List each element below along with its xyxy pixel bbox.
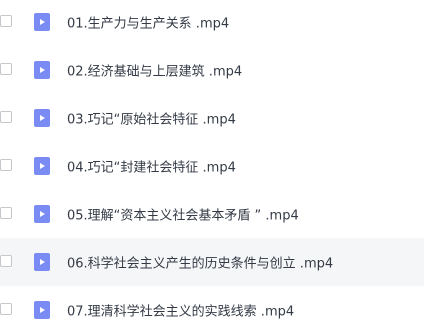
select-checkbox[interactable] [0, 63, 12, 75]
select-checkbox[interactable] [0, 255, 12, 267]
file-row-06[interactable]: 06.科学社会主义产生的历史条件与创立 .mp4 [0, 238, 424, 286]
file-name[interactable]: 03.巧记“原始社会特征 .mp4 [67, 109, 236, 128]
video-file-icon [34, 301, 50, 319]
file-name[interactable]: 05.理解“资本主义社会基本矛盾 ” .mp4 [67, 205, 299, 224]
file-row-03[interactable]: 03.巧记“原始社会特征 .mp4 [0, 94, 424, 142]
video-file-icon [34, 205, 50, 223]
file-row-05[interactable]: 05.理解“资本主义社会基本矛盾 ” .mp4 [0, 190, 424, 238]
select-checkbox[interactable] [0, 159, 12, 171]
video-file-icon [34, 13, 50, 31]
select-checkbox[interactable] [0, 15, 12, 27]
file-row-02[interactable]: 02.经济基础与上层建筑 .mp4 [0, 46, 424, 94]
file-row-01[interactable]: 01.生产力与生产关系 .mp4 [0, 0, 424, 46]
file-list: 01.生产力与生产关系 .mp4 02.经济基础与上层建筑 .mp4 03.巧记… [0, 0, 424, 334]
file-row-04[interactable]: 04.巧记“封建社会特征 .mp4 [0, 142, 424, 190]
video-file-icon [34, 61, 50, 79]
file-name[interactable]: 06.科学社会主义产生的历史条件与创立 .mp4 [67, 253, 333, 272]
file-row-07[interactable]: 07.理清科学社会主义的实践线索 .mp4 [0, 286, 424, 334]
select-checkbox[interactable] [0, 207, 12, 219]
file-name[interactable]: 02.经济基础与上层建筑 .mp4 [67, 61, 242, 80]
file-name[interactable]: 04.巧记“封建社会特征 .mp4 [67, 157, 236, 176]
select-checkbox[interactable] [0, 303, 12, 315]
video-file-icon [34, 109, 50, 127]
file-name[interactable]: 01.生产力与生产关系 .mp4 [67, 13, 229, 32]
file-name[interactable]: 07.理清科学社会主义的实践线索 .mp4 [67, 301, 294, 320]
video-file-icon [34, 253, 50, 271]
video-file-icon [34, 157, 50, 175]
select-checkbox[interactable] [0, 111, 12, 123]
